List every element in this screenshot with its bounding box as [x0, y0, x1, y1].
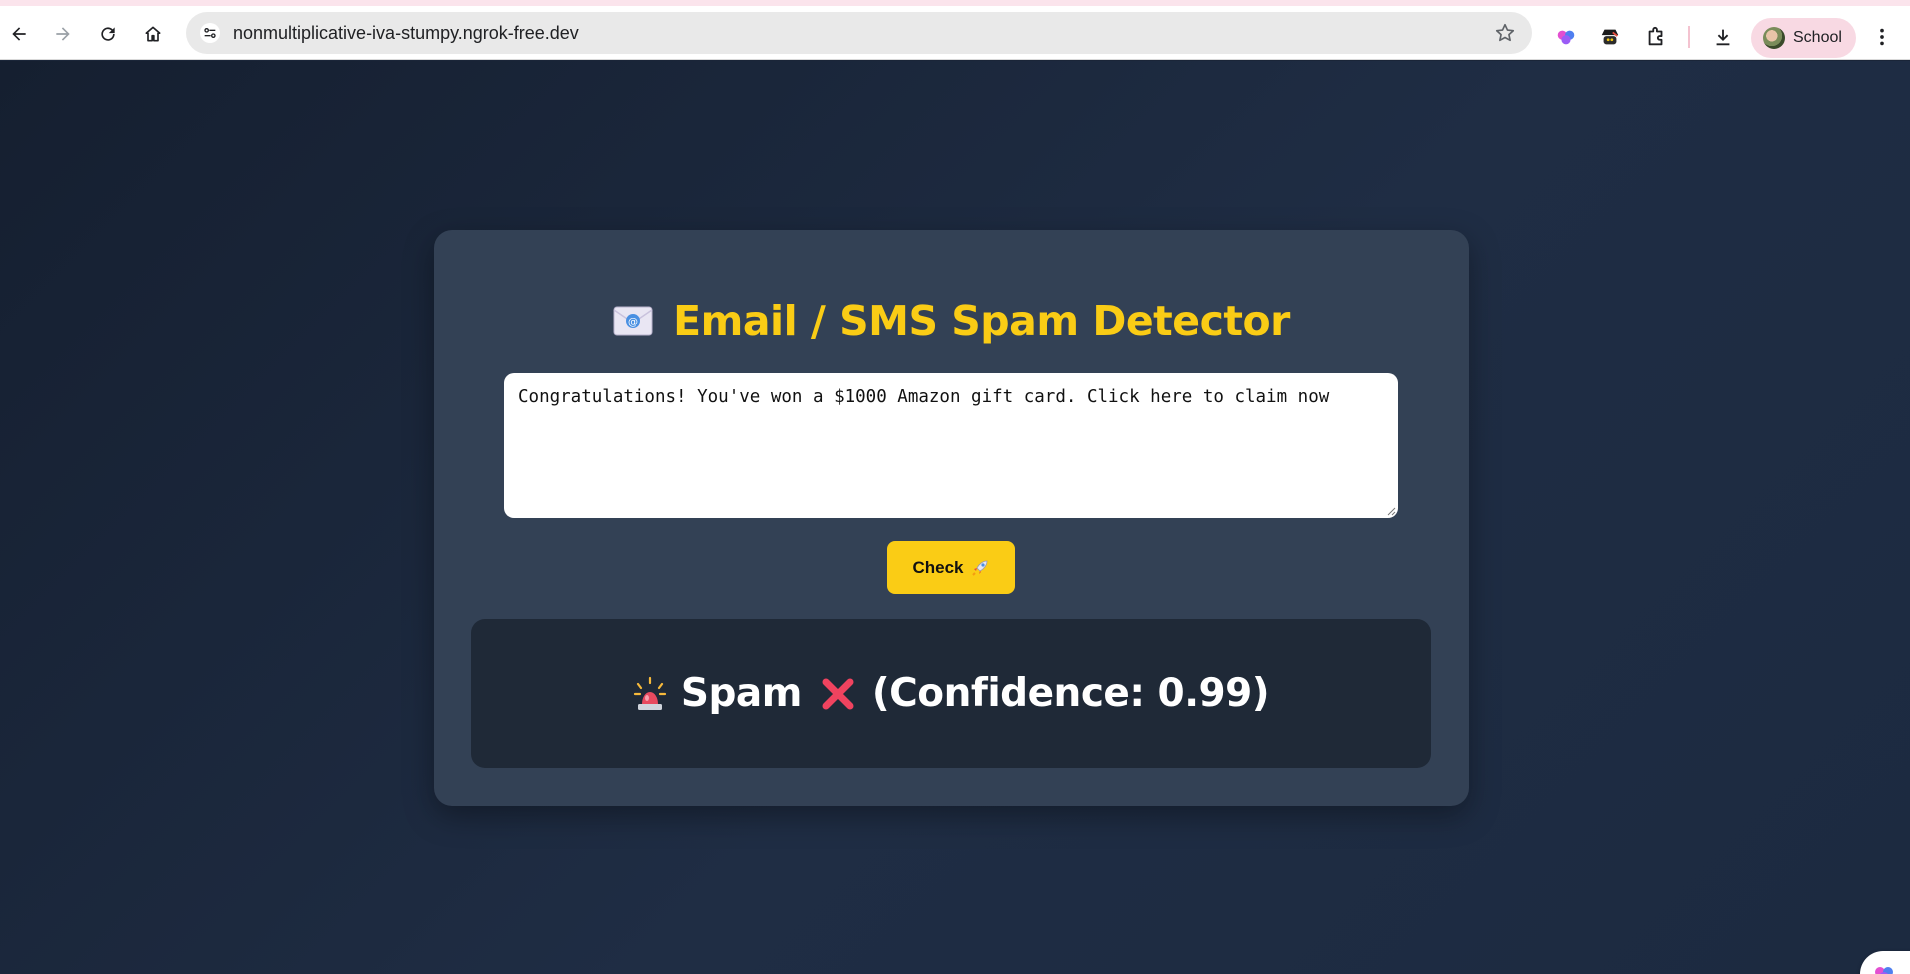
- cross-mark-icon: [822, 678, 854, 709]
- svg-text:@: @: [628, 317, 638, 328]
- brain-extension-icon[interactable]: [1552, 23, 1580, 51]
- check-button-label: Check: [912, 557, 964, 577]
- download-icon[interactable]: [1709, 23, 1737, 51]
- detector-card: @ Email / SMS Spam Detector Check Spam: [434, 230, 1469, 806]
- page-title: Email / SMS Spam Detector: [673, 297, 1290, 345]
- more-vert-icon[interactable]: [1868, 23, 1896, 51]
- result-label: Spam: [680, 671, 802, 716]
- profile-button[interactable]: School: [1751, 18, 1856, 58]
- floating-assistant-button[interactable]: [1860, 951, 1910, 974]
- toolbar-divider: [1688, 26, 1690, 48]
- profile-name: School: [1793, 29, 1842, 46]
- resize-grip-icon[interactable]: [1387, 507, 1396, 516]
- address-bar[interactable]: nonmultiplicative-iva-stumpy.ngrok-free.…: [186, 12, 1532, 54]
- back-arrow-icon[interactable]: [4, 19, 34, 49]
- reload-icon[interactable]: [93, 19, 123, 49]
- star-icon[interactable]: [1494, 22, 1516, 44]
- puzzle-extension-icon[interactable]: [1642, 23, 1670, 51]
- email-icon: @: [613, 306, 653, 336]
- message-input[interactable]: [504, 373, 1398, 518]
- siren-icon: [633, 676, 666, 710]
- browser-toolbar: nonmultiplicative-iva-stumpy.ngrok-free.…: [0, 6, 1910, 60]
- forward-arrow-icon[interactable]: [48, 19, 78, 49]
- home-icon[interactable]: [138, 19, 168, 49]
- page-background: @ Email / SMS Spam Detector Check Spam: [0, 61, 1910, 974]
- result-panel: Spam (Confidence: 0.99): [471, 619, 1431, 768]
- confidence-text: (Confidence: 0.99): [871, 671, 1270, 716]
- url-text: nonmultiplicative-iva-stumpy.ngrok-free.…: [233, 23, 579, 43]
- title-row: @ Email / SMS Spam Detector: [434, 296, 1469, 346]
- check-button[interactable]: Check: [887, 541, 1015, 594]
- tune-icon[interactable]: [200, 23, 220, 43]
- spy-extension-icon[interactable]: [1596, 23, 1624, 51]
- rocket-icon: [971, 560, 987, 576]
- avatar: [1763, 27, 1785, 49]
- brain-assistant-icon: [1875, 967, 1893, 974]
